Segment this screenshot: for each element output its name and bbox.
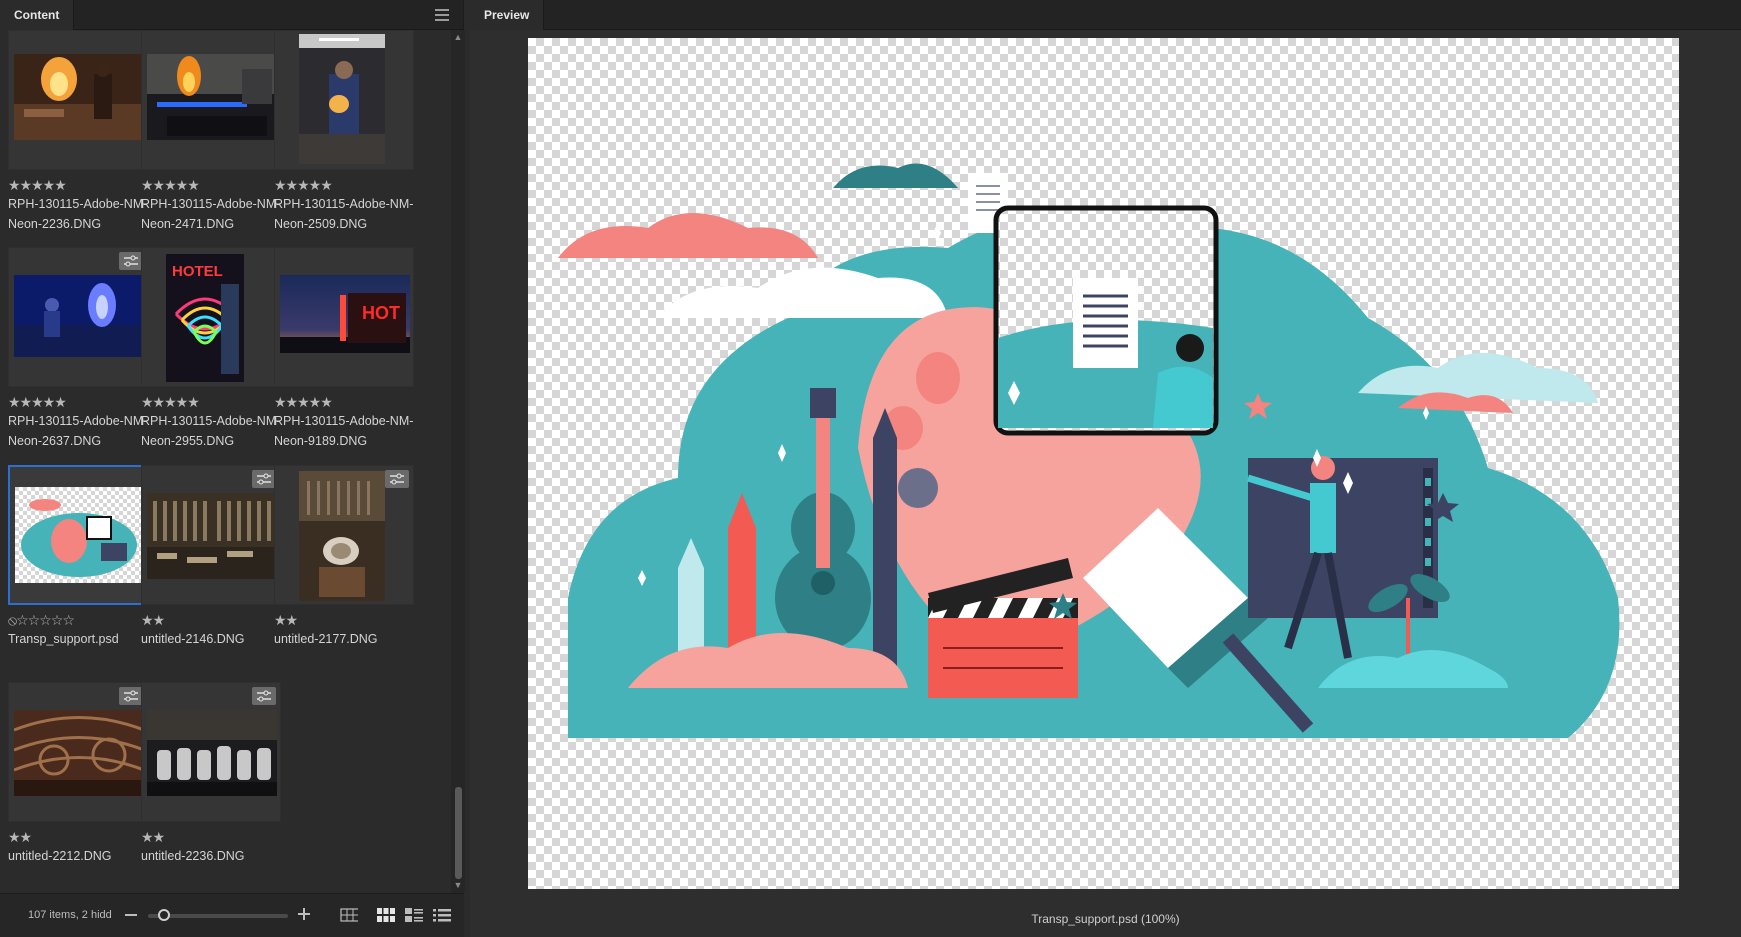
thumbnail-item[interactable]: HOTEL ★★★★★ RPH-130115-Adobe-NM- Neon-29… [141,247,289,451]
thumbnail-frame[interactable] [141,465,281,605]
thumbnail-image [14,54,144,140]
tab-content[interactable]: Content [0,0,75,30]
rating-stars[interactable]: ★★★★★ [8,177,156,193]
rating-stars[interactable]: ★★ [8,829,156,845]
file-name: RPH-130115-Adobe-NM- Neon-2236.DNG [8,197,148,231]
scroll-up-arrow-icon[interactable]: ▲ [453,32,463,42]
film-screen-illustration [1248,458,1438,618]
rating-stars[interactable]: ★★★★★ [274,177,422,193]
file-name: untitled-2212.DNG [8,849,112,863]
thumbnail-frame[interactable] [274,465,414,605]
rating-stars[interactable]: ★★★★★ [8,394,156,410]
thumbnail-image [15,487,143,583]
thumbnail-image [14,710,144,796]
scrollbar-thumb[interactable] [455,787,462,879]
thumbnail-image [147,710,277,796]
thumbnail-item[interactable]: ★★ untitled-2177.DNG [274,465,422,649]
thumbnail-image: HOTEL [166,254,244,382]
content-tab-bar: Content [0,0,463,30]
thumbnail-frame[interactable] [8,682,148,822]
item-count-text: 107 items, 2 hidd [28,909,112,921]
file-name: RPH-130115-Adobe-NM- Neon-2471.DNG [141,197,281,231]
preview-panel: Preview Transp_support.psd (100%) [470,0,1741,937]
thumbnail-image [147,493,277,579]
thumbnail-item[interactable]: ★★★★★ RPH-130115-Adobe-NM- Neon-2637.DNG [8,247,156,451]
scroll-down-arrow-icon[interactable]: ▼ [453,880,463,890]
thumbnail-frame[interactable]: HOTEL [141,247,281,387]
content-status-bar: 107 items, 2 hidd [0,893,464,937]
file-name: RPH-130115-Adobe-NM- Neon-2955.DNG [141,414,281,448]
slider-knob[interactable] [158,909,170,921]
preview-caption: Transp_support.psd (100%) [1031,912,1180,926]
thumbnail-frame[interactable] [8,30,148,170]
file-name: RPH-130115-Adobe-NM- Neon-2509.DNG [274,197,414,231]
rating-stars[interactable]: ★★★★★ [274,394,422,410]
zoom-out-icon[interactable] [124,907,138,921]
rating-stars[interactable]: ⦸☆☆☆☆☆ [8,612,156,628]
transparent-window-frame [993,205,1219,436]
file-name: untitled-2177.DNG [274,632,378,646]
thumbnail-image [14,275,144,357]
rating-stars[interactable]: ★★ [141,829,289,845]
preview-illustration [558,163,1620,738]
thumbnail-item[interactable]: ★★★★★ RPH-130115-Adobe-NM- Neon-2236.DNG [8,30,156,234]
tab-preview[interactable]: Preview [470,0,545,30]
thumbnail-image [299,471,385,601]
rating-stars[interactable]: ★★ [274,612,422,628]
hotel-sign-text: HOTEL [172,263,223,280]
thumbnail-item[interactable]: ★★ untitled-2236.DNG [141,682,289,866]
details-view-icon[interactable] [405,908,423,922]
preview-tab-bar: Preview [470,0,1741,30]
thumbnail-frame[interactable] [8,247,148,387]
file-name: untitled-2236.DNG [141,849,245,863]
thumbnail-image: HOT [280,275,410,353]
dark-cloud-top [833,163,958,188]
thumbnail-frame[interactable] [141,682,281,822]
develop-settings-icon [119,687,143,705]
thumbnail-item-selected[interactable]: ⦸☆☆☆☆☆ Transp_support.psd [8,465,156,649]
grid-view-icon[interactable] [340,908,358,922]
thumbnail-frame[interactable]: HOT [274,247,414,387]
develop-settings-icon [252,470,276,488]
list-view-icon[interactable] [433,908,451,922]
thumbnail-item[interactable]: ★★ untitled-2212.DNG [8,682,156,866]
thumbnail-item[interactable]: ★★★★★ RPH-130115-Adobe-NM- Neon-2471.DNG [141,30,289,234]
pink-cloud-left [558,213,818,258]
file-name: Transp_support.psd [8,632,119,646]
develop-settings-icon [385,470,409,488]
thumbnail-view-icon[interactable] [377,908,395,922]
thumbnail-frame[interactable] [8,465,148,605]
rating-stars[interactable]: ★★ [141,612,289,628]
thumbnail-item[interactable]: HOT ★★★★★ RPH-130115-Adobe-NM- Neon-9189… [274,247,422,451]
preview-canvas[interactable] [528,38,1679,889]
content-panel: Content ★★★★★ RPH-130115-Adobe-NM- Neon-… [0,0,465,937]
file-name: RPH-130115-Adobe-NM- Neon-9189.DNG [274,414,414,448]
rating-stars[interactable]: ★★★★★ [141,177,289,193]
thumbnail-image [299,34,385,164]
thumbnail-grid: ★★★★★ RPH-130115-Adobe-NM- Neon-2236.DNG… [0,30,450,892]
thumbnail-item[interactable]: ★★ untitled-2146.DNG [141,465,289,649]
thumbnail-item[interactable]: ★★★★★ RPH-130115-Adobe-NM- Neon-2509.DNG [274,30,422,234]
file-name: RPH-130115-Adobe-NM- Neon-2637.DNG [8,414,148,448]
rating-stars[interactable]: ★★★★★ [141,394,289,410]
develop-settings-icon [119,252,143,270]
thumbnail-image [147,54,277,140]
hamburger-menu-icon[interactable] [435,9,449,21]
hot-sign-text: HOT [362,303,400,323]
thumbnail-frame[interactable] [274,30,414,170]
thumbnail-frame[interactable] [141,30,281,170]
file-name: untitled-2146.DNG [141,632,245,646]
vertical-scrollbar[interactable]: ▲ ▼ [451,30,465,893]
develop-settings-icon [252,687,276,705]
zoom-in-icon[interactable] [297,907,311,921]
